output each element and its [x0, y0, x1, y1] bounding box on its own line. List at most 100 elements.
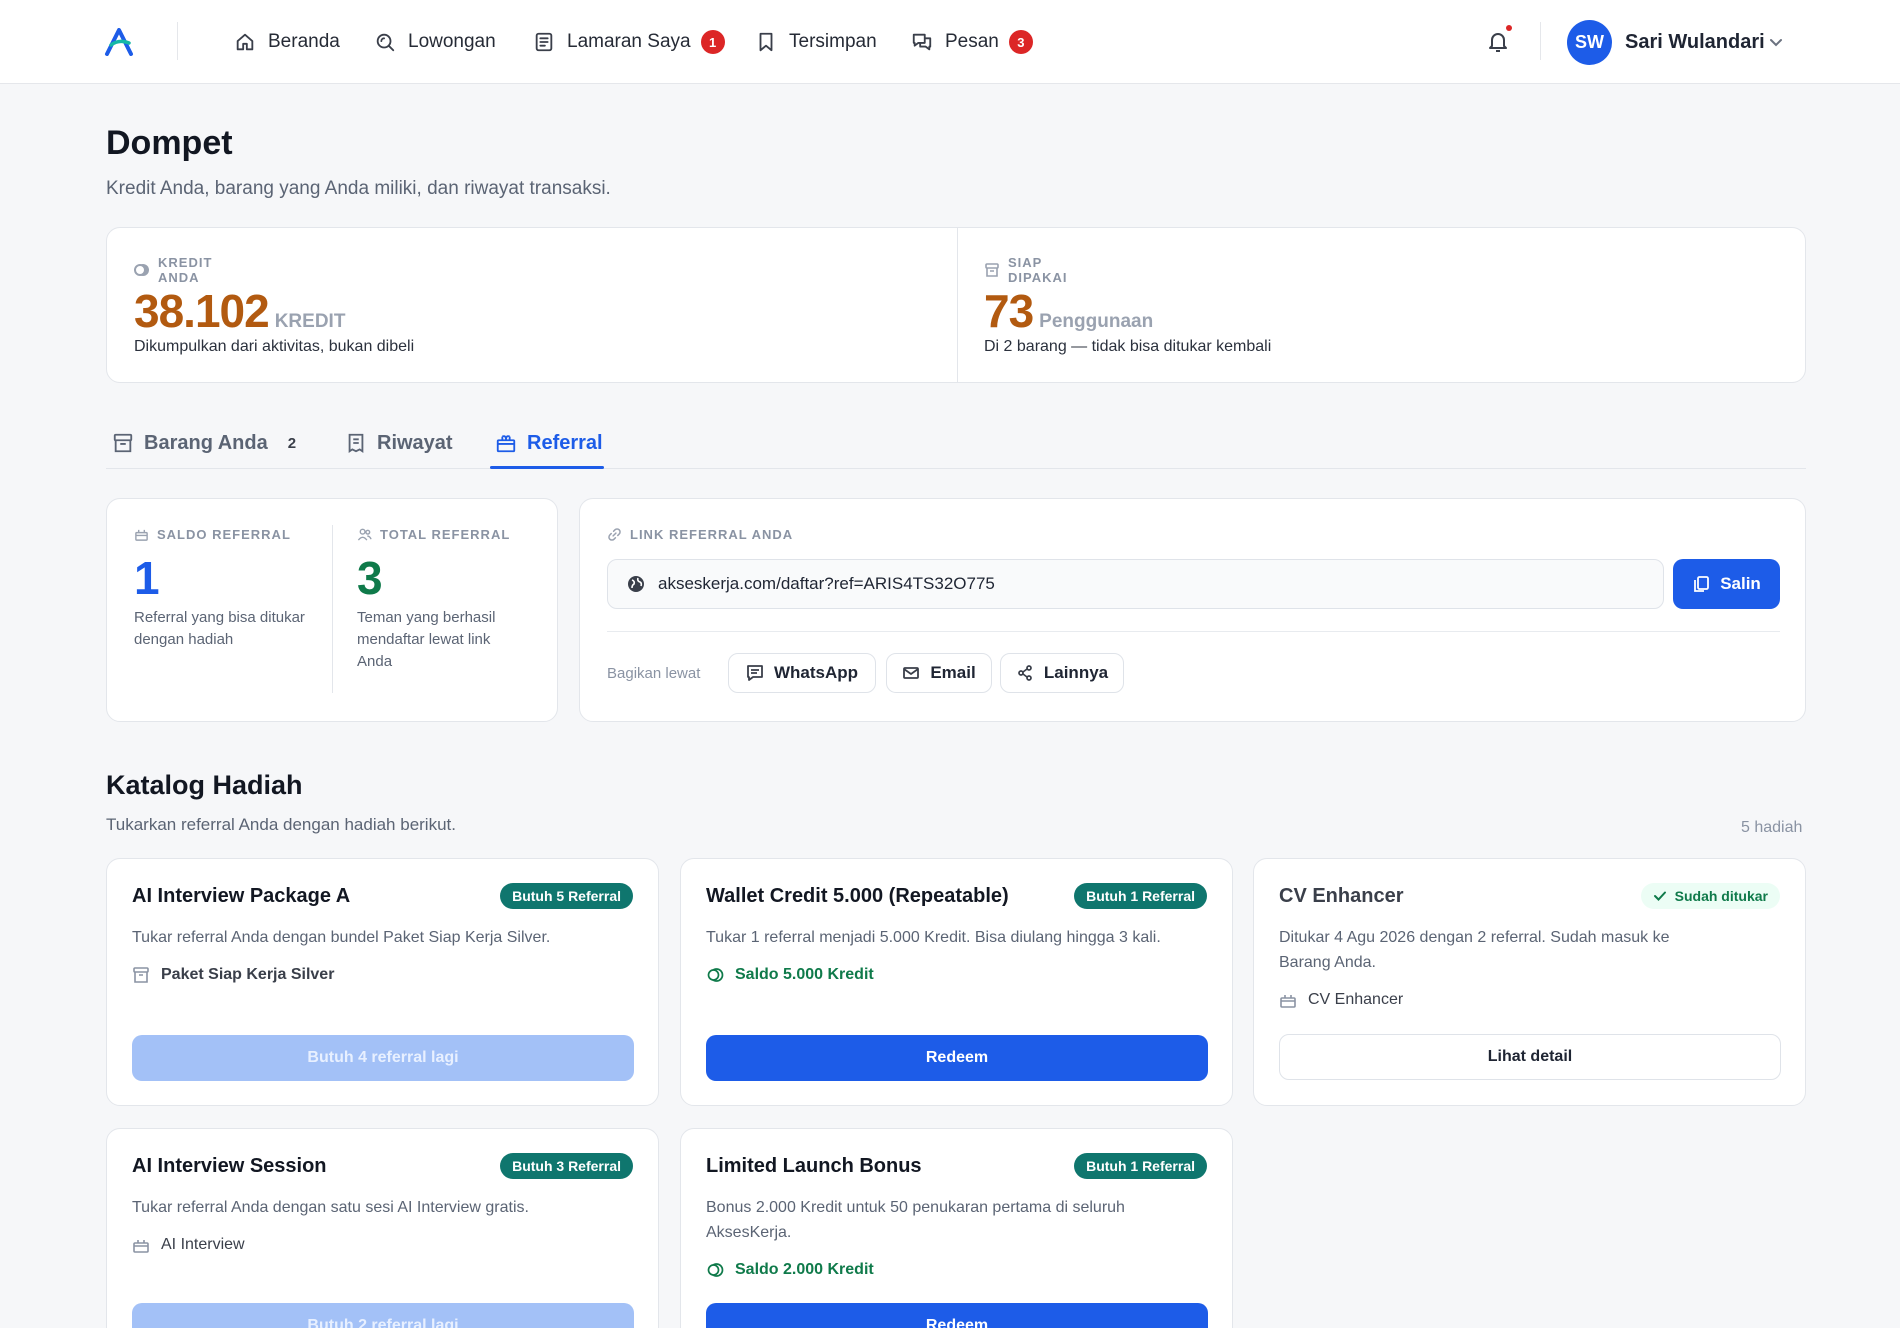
gift-icon [132, 1236, 150, 1254]
home-icon [234, 31, 256, 53]
reward-description: Tukar 1 referral menjadi 5.000 Kredit. B… [706, 929, 1161, 946]
reward-title: AI Interview Session [132, 1155, 327, 1177]
referral-link-url: akseskerja.com/daftar?ref=ARIS4TS32O775 [658, 574, 995, 593]
avatar[interactable]: SW [1567, 20, 1612, 65]
tab-count-badge: 2 [287, 434, 297, 452]
gift-icon [495, 432, 517, 454]
top-navbar: Beranda Lowongan Lamaran Saya 1 Tersimpa… [0, 0, 1900, 84]
gift-icon [134, 527, 149, 542]
catalog-title: Katalog Hadiah [106, 770, 303, 800]
nav-item-tersimpan[interactable]: Tersimpan [755, 28, 877, 56]
redeem-button[interactable]: Redeem [706, 1303, 1208, 1328]
stat-label: SALDO REFERRAL [134, 527, 291, 542]
share-button-label: Lainnya [1043, 663, 1109, 682]
divider [607, 631, 1780, 632]
stat-label-text: KREDIT ANDA [158, 255, 213, 285]
referral-link-field[interactable]: akseskerja.com/daftar?ref=ARIS4TS32O775 [607, 559, 1664, 609]
stat-value: 73 Penggunaan [984, 284, 1153, 338]
tab-label: Barang Anda [144, 431, 268, 454]
redeem-button[interactable]: Redeem [706, 1035, 1208, 1081]
app-logo[interactable] [104, 28, 134, 56]
tab-label: Referral [527, 431, 603, 454]
chevron-down-icon[interactable] [1768, 35, 1784, 49]
stats-divider [332, 525, 333, 693]
nav-label: Tersimpan [789, 31, 877, 52]
search-job-icon [374, 31, 396, 53]
coin-icon [706, 1261, 724, 1279]
coin-icon [706, 966, 724, 984]
reward-card: Limited Launch Bonus Butuh 1 Referral Bo… [680, 1128, 1233, 1328]
reward-card-redeemed: CV Enhancer Sudah ditukar Ditukar 4 Agu … [1253, 858, 1806, 1106]
reward-title: Wallet Credit 5.000 (Repeatable) [706, 885, 1009, 907]
stat-label: KREDIT ANDA [134, 255, 212, 285]
view-detail-button[interactable]: Lihat detail [1279, 1034, 1781, 1080]
ready-amount: 73 [984, 285, 1034, 337]
reward-description: Tukar referral Anda dengan bundel Paket … [132, 929, 551, 946]
reward-item-label: Saldo 5.000 Kredit [735, 966, 874, 983]
notification-dot [1506, 25, 1512, 31]
nav-item-lamaran-saya[interactable]: Lamaran Saya 1 [533, 28, 725, 56]
document-icon [533, 31, 555, 53]
catalog-count: 5 hadiah [1741, 819, 1803, 836]
redeem-button-disabled[interactable]: Butuh 4 referral lagi [132, 1035, 634, 1081]
requirement-badge: Butuh 3 Referral [500, 1153, 633, 1179]
gift-icon [1279, 991, 1297, 1009]
archive-icon [984, 262, 1000, 278]
stat-description: Referral yang bisa ditukar dengan hadiah [134, 609, 305, 648]
reward-item: CV Enhancer [1279, 991, 1403, 1009]
redeemed-badge: Sudah ditukar [1640, 883, 1780, 909]
message-icon [746, 664, 764, 682]
stat-description: Dikumpulkan dari aktivitas, bukan dibeli [134, 338, 415, 355]
page-title: Dompet [106, 124, 233, 162]
reward-description: Tukar referral Anda dengan satu sesi AI … [132, 1199, 529, 1216]
archive-icon [132, 966, 150, 984]
copy-icon [1692, 575, 1710, 593]
share-button-label: WhatsApp [773, 663, 859, 682]
copy-button-label: Salin [1720, 574, 1761, 593]
tabs-divider [106, 468, 1806, 469]
stat-description: Di 2 barang — tidak bisa ditukar kembali [984, 338, 1272, 355]
reward-item-label: Paket Siap Kerja Silver [161, 966, 335, 983]
coin-icon [134, 262, 150, 278]
redeem-button-disabled[interactable]: Butuh 2 referral lagi [132, 1303, 634, 1328]
share-more-button[interactable]: Lainnya [1000, 653, 1124, 693]
requirement-badge: Butuh 1 Referral [1074, 1153, 1207, 1179]
page-subtitle: Kredit Anda, barang yang Anda miliki, da… [106, 178, 611, 199]
notification-badge: 1 [700, 30, 725, 54]
section-label: LINK REFERRAL ANDA [607, 527, 793, 542]
tab-riwayat[interactable]: Riwayat [345, 428, 453, 458]
reward-item-label: Saldo 2.000 Kredit [735, 1261, 874, 1278]
tab-referral[interactable]: Referral [495, 428, 603, 458]
notification-badge: 3 [1008, 30, 1033, 54]
users-icon [357, 527, 372, 542]
reward-description: Bonus 2.000 Kredit untuk 50 penukaran pe… [706, 1199, 1125, 1241]
reward-card: Wallet Credit 5.000 (Repeatable) Butuh 1… [680, 858, 1233, 1106]
nav-item-beranda[interactable]: Beranda [234, 28, 340, 56]
nav-divider [177, 22, 178, 60]
stat-label: TOTAL REFERRAL [357, 527, 510, 542]
reward-title: Limited Launch Bonus [706, 1155, 922, 1177]
stat-description: Teman yang berhasil mendaftar lewat link… [357, 609, 496, 670]
receipt-icon [345, 432, 367, 454]
nav-item-pesan[interactable]: Pesan 3 [911, 28, 1033, 56]
share-whatsapp-button[interactable]: WhatsApp [728, 653, 876, 693]
credit-unit: KREDIT [274, 311, 346, 332]
referral-link-card: LINK REFERRAL ANDA akseskerja.com/daftar… [579, 498, 1806, 722]
bell-icon[interactable] [1486, 30, 1510, 54]
wallet-summary-card: KREDIT ANDA 38.102 KREDIT Dikumpulkan da… [106, 227, 1806, 383]
user-name[interactable]: Sari Wulandari [1625, 31, 1765, 54]
nav-label: Lamaran Saya [567, 31, 691, 52]
nav-label: Lowongan [408, 31, 496, 52]
requirement-badge: Butuh 1 Referral [1074, 883, 1207, 909]
nav-divider [1540, 22, 1541, 60]
nav-item-lowongan[interactable]: Lowongan [374, 28, 496, 56]
stat-label-text: SALDO REFERRAL [157, 527, 291, 542]
copy-button[interactable]: Salin [1673, 559, 1780, 609]
tab-barang-anda[interactable]: Barang Anda 2 [112, 428, 296, 458]
share-button-label: Email [930, 663, 976, 682]
stats-divider [957, 228, 958, 382]
reward-item-label: AI Interview [161, 1236, 245, 1253]
share-email-button[interactable]: Email [886, 653, 992, 693]
referral-total-value: 3 [357, 552, 383, 604]
nav-label: Pesan [945, 31, 999, 52]
